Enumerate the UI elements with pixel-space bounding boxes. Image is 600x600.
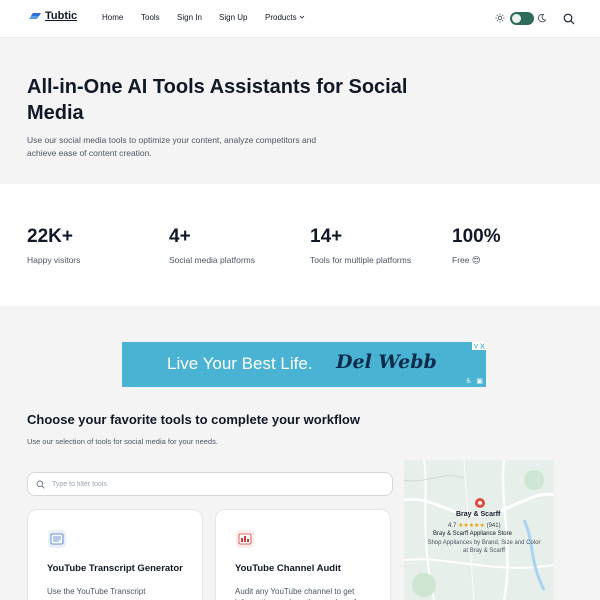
card-title: YouTube Transcript Generator bbox=[47, 563, 183, 574]
nav-sign-up[interactable]: Sign Up bbox=[219, 13, 247, 22]
nav-home[interactable]: Home bbox=[102, 13, 123, 22]
logo[interactable]: Tubtic bbox=[28, 10, 77, 22]
stat-tools: 14+ Tools for multiple platforms bbox=[310, 225, 411, 265]
section-subtitle: Use our selection of tools for social me… bbox=[27, 437, 218, 446]
stat-value: 4+ bbox=[169, 226, 191, 247]
map-store-name: Bray & Scarff Appliance Store bbox=[433, 531, 512, 537]
stat-label: Happy visitors bbox=[27, 255, 81, 265]
section-title: Choose your favorite tools to complete y… bbox=[27, 412, 360, 427]
logo-text: Tubtic bbox=[45, 10, 78, 22]
chevron-down-icon bbox=[299, 15, 305, 19]
stat-label: Social media platforms bbox=[169, 255, 255, 265]
map-background bbox=[404, 460, 554, 600]
ad-info-icon[interactable]: ▣ bbox=[476, 377, 483, 385]
nav-sign-in[interactable]: Sign In bbox=[177, 13, 202, 22]
rating-value: 4.7 bbox=[448, 523, 457, 529]
stat-visitors: 22K+ Happy visitors bbox=[27, 225, 80, 265]
logo-icon bbox=[29, 13, 41, 19]
stat-label: Tools for multiple platforms bbox=[310, 255, 412, 265]
stat-platforms: 4+ Social media platforms bbox=[169, 225, 255, 265]
card-description: Use the YouTube Transcript bbox=[47, 587, 146, 596]
map-business-name: Bray & Scarff bbox=[456, 511, 501, 518]
hero-title: All-in-One AI Tools Assistants for Socia… bbox=[27, 76, 408, 124]
filter-box bbox=[27, 472, 393, 496]
theme-toggle[interactable] bbox=[510, 12, 534, 25]
transcript-icon bbox=[48, 530, 66, 548]
ad-text: Live Your Best Life. bbox=[167, 354, 313, 373]
nav-products-label: Products bbox=[265, 13, 297, 22]
stats-section: 22K+ Happy visitors 4+ Social media plat… bbox=[0, 184, 600, 306]
tools-content: Live Your Best Life. Del Webb ♿ ▣ Choose… bbox=[0, 306, 600, 600]
moon-icon[interactable] bbox=[537, 13, 547, 23]
map-ad[interactable]: Bray & Scarff 4.7 ★★★★★ (941) Bray & Sca… bbox=[404, 460, 554, 600]
stat-label: Free 😍 bbox=[452, 255, 481, 265]
card-description: Audit any YouTube channel to get informa… bbox=[235, 587, 356, 600]
search-icon[interactable] bbox=[563, 13, 575, 25]
map-description: Shop Appliances by Brand, Size and Color… bbox=[427, 540, 541, 554]
ad-brand: Del Webb bbox=[336, 351, 437, 373]
nav-tools[interactable]: Tools bbox=[141, 13, 160, 22]
stat-free: 100% Free 😍 bbox=[452, 225, 501, 266]
search-icon bbox=[36, 480, 45, 489]
nav-products[interactable]: Products bbox=[265, 13, 305, 22]
card-title: YouTube Channel Audit bbox=[235, 563, 341, 574]
map-rating: 4.7 ★★★★★ (941) bbox=[448, 522, 501, 529]
filter-tools-input[interactable] bbox=[52, 477, 382, 492]
hero-subtitle: Use our social media tools to optimize y… bbox=[27, 135, 317, 158]
site-header: Tubtic Home Tools Sign In Sign Up Produc… bbox=[0, 0, 600, 38]
banner-ad[interactable]: Live Your Best Life. Del Webb ♿ ▣ bbox=[122, 342, 486, 387]
hero-section: All-in-One AI Tools Assistants for Socia… bbox=[0, 38, 600, 184]
ad-close-icon[interactable] bbox=[472, 342, 486, 350]
stat-value: 22K+ bbox=[27, 226, 73, 247]
stat-value: 14+ bbox=[310, 226, 343, 247]
accessibility-icon: ♿ bbox=[465, 378, 472, 385]
toggle-knob bbox=[512, 14, 521, 23]
review-count: (941) bbox=[486, 523, 501, 529]
sun-icon[interactable] bbox=[495, 13, 505, 23]
tool-card-transcript[interactable]: YouTube Transcript Generator Use the You… bbox=[27, 509, 203, 600]
star-rating-icon: ★★★★★ bbox=[458, 523, 485, 529]
tool-card-channel-audit[interactable]: YouTube Channel Audit Audit any YouTube … bbox=[215, 509, 391, 600]
channel-audit-icon bbox=[236, 530, 254, 548]
stat-value: 100% bbox=[452, 226, 501, 247]
